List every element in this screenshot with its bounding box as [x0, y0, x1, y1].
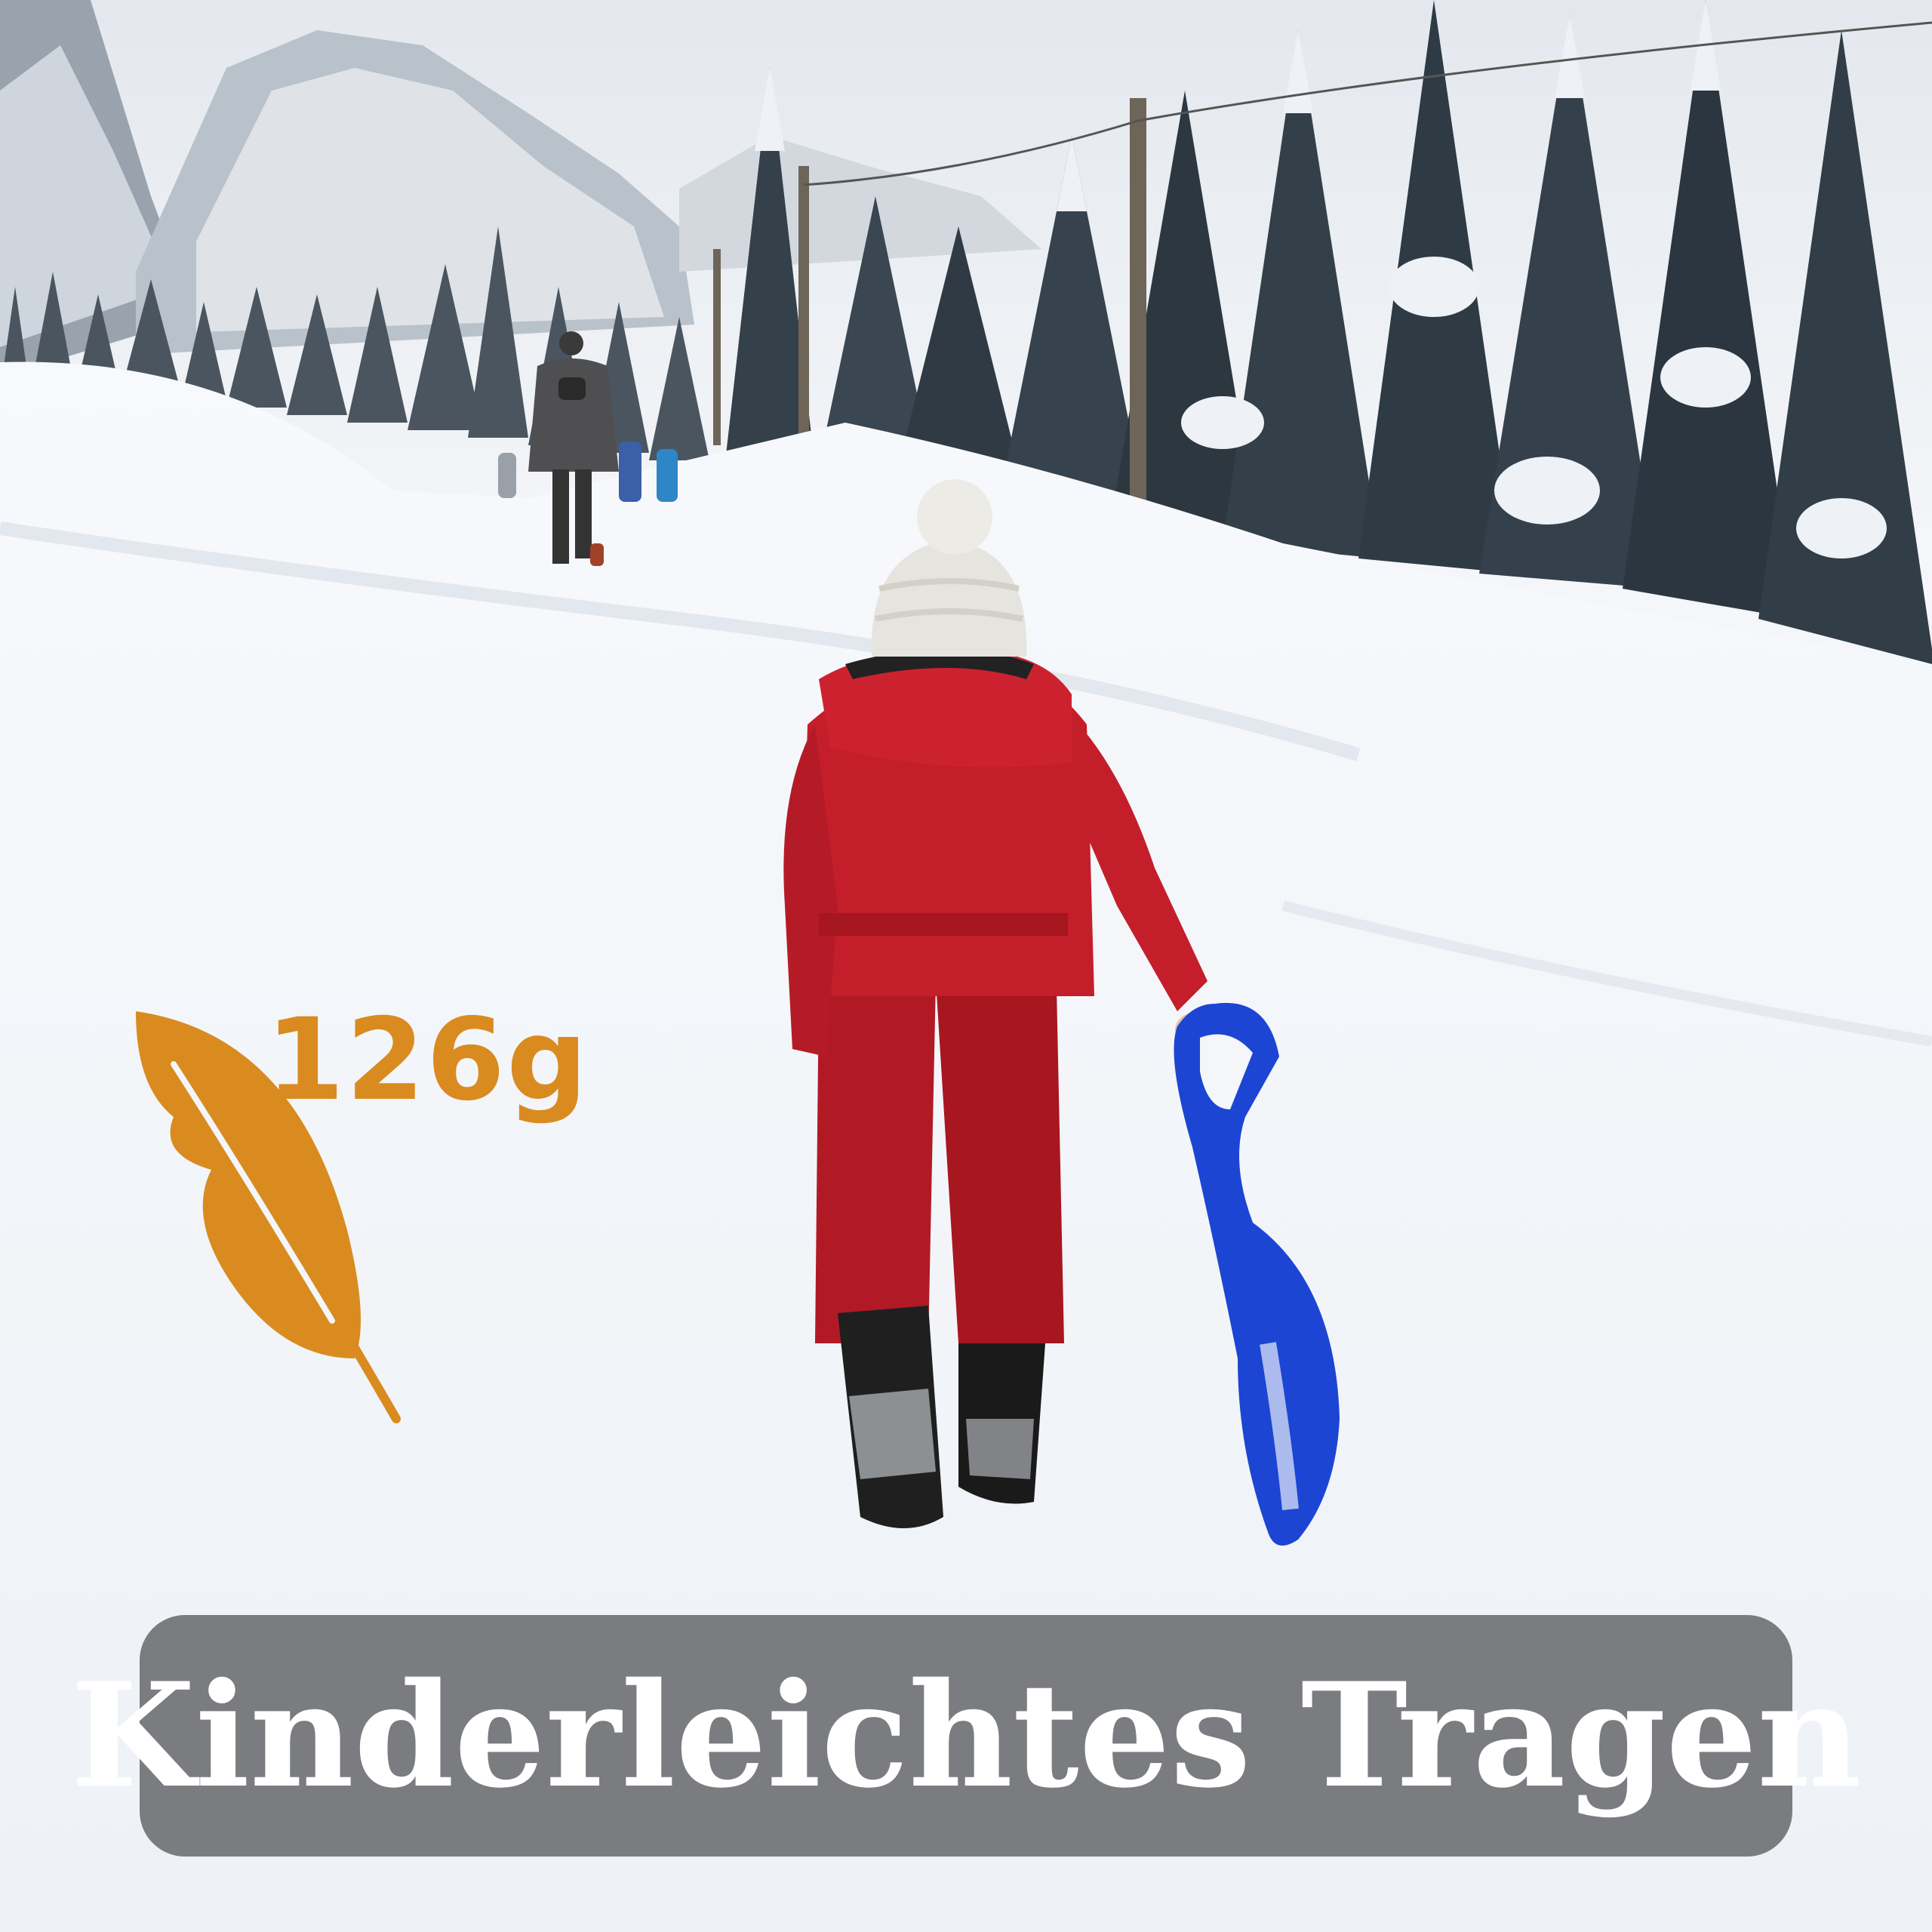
weight-label: 126g — [266, 995, 589, 1126]
caption-text: Kinderleichtes Tragen — [70, 1651, 1862, 1820]
caption-banner: Kinderleichtes Tragen — [71, 1615, 1861, 1857]
